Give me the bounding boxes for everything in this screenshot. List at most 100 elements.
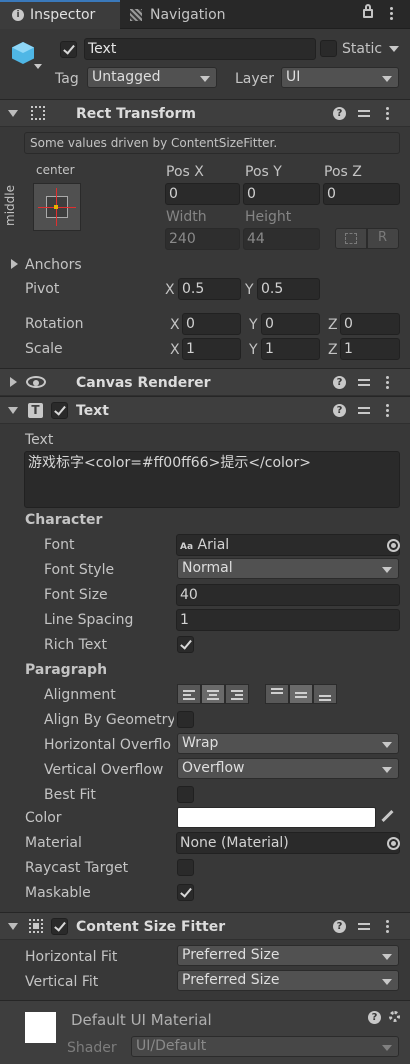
color-swatch[interactable] <box>177 807 376 828</box>
line-spacing-label: Line Spacing <box>44 612 134 628</box>
raw-edit-button[interactable]: R <box>367 228 399 249</box>
component-menu-icon[interactable] <box>386 920 389 933</box>
raw-edit-label: R <box>378 230 388 245</box>
rect-transform-fold[interactable] <box>8 110 18 117</box>
scale-x-field[interactable]: 1 <box>182 338 241 360</box>
pos-z-field[interactable]: 0 <box>323 183 400 205</box>
v-fit-dropdown[interactable]: Preferred Size <box>177 970 399 991</box>
pivot-x-field[interactable]: 0.5 <box>178 278 241 300</box>
maskable-toggle[interactable] <box>177 884 194 901</box>
text-area[interactable]: 游戏标字<color=#ff00ff66>提示</color> <box>24 451 400 508</box>
text-component-title: Text <box>76 403 109 419</box>
tab-inspector[interactable]: i Inspector <box>0 0 120 29</box>
rot-z-field[interactable]: 0 <box>340 313 400 335</box>
lock-icon[interactable] <box>363 9 373 18</box>
canvas-renderer-header[interactable]: Canvas Renderer ? <box>0 368 410 396</box>
material-field[interactable]: None (Material) <box>176 832 400 854</box>
rich-text-toggle[interactable] <box>177 636 194 653</box>
font-style-dropdown[interactable]: Normal <box>177 558 399 579</box>
layer-label: Layer <box>235 71 275 87</box>
settings-sliders-icon[interactable] <box>358 404 370 416</box>
content-size-fitter-toggle[interactable] <box>51 918 68 935</box>
alignment-label: Alignment <box>44 687 116 703</box>
content-size-fitter-fold[interactable] <box>8 923 18 930</box>
h-overflow-dropdown[interactable]: Wrap <box>177 733 399 754</box>
tab-navigation[interactable]: Navigation <box>122 0 242 29</box>
help-icon[interactable]: ? <box>333 107 346 120</box>
font-picker-icon[interactable] <box>387 539 400 552</box>
raycast-toggle[interactable] <box>177 859 194 876</box>
scale-z-field[interactable]: 1 <box>340 338 400 360</box>
rot-x-field[interactable]: 0 <box>182 313 241 335</box>
component-menu-icon[interactable] <box>386 404 389 417</box>
rot-y-axis: Y <box>249 317 258 333</box>
pos-y-field[interactable]: 0 <box>243 183 320 205</box>
gear-icon[interactable] <box>389 1011 400 1022</box>
v-overflow-dropdown[interactable]: Overflow <box>177 758 399 779</box>
anchors-label[interactable]: Anchors <box>25 256 82 274</box>
static-dropdown-arrow[interactable] <box>389 46 399 52</box>
pivot-dot <box>54 205 58 209</box>
scale-y-axis: Y <box>249 342 258 358</box>
material-preview <box>25 1012 56 1043</box>
align-left-button[interactable] <box>177 684 201 704</box>
settings-sliders-icon[interactable] <box>358 376 370 388</box>
text-component-header[interactable]: T Text ? <box>0 396 410 424</box>
content-size-fitter-title: Content Size Fitter <box>76 919 226 935</box>
anchors-fold[interactable] <box>11 259 18 269</box>
font-style-label: Font Style <box>44 562 115 578</box>
icon-dropdown-arrow[interactable] <box>34 64 42 69</box>
anchor-preset-button[interactable] <box>33 183 81 231</box>
line-spacing-field[interactable]: 1 <box>176 609 400 631</box>
align-geometry-toggle[interactable] <box>177 711 194 728</box>
material-picker-icon[interactable] <box>387 837 400 850</box>
font-size-field[interactable]: 40 <box>176 584 400 606</box>
pos-x-field[interactable]: 0 <box>165 183 240 205</box>
scale-y-field[interactable]: 1 <box>261 338 320 360</box>
font-size-label: Font Size <box>44 587 108 603</box>
height-field: 44 <box>243 228 320 250</box>
h-overflow-value: Wrap <box>182 735 219 751</box>
blueprint-mode-button[interactable] <box>335 228 367 249</box>
h-fit-value: Preferred Size <box>182 947 280 963</box>
rect-transform-header[interactable]: Rect Transform ? <box>0 99 410 127</box>
h-fit-dropdown[interactable]: Preferred Size <box>177 945 399 966</box>
height-label: Height <box>245 209 292 225</box>
help-icon[interactable]: ? <box>368 1011 381 1024</box>
align-geometry-label: Align By Geometry <box>44 712 174 728</box>
best-fit-toggle[interactable] <box>177 786 194 803</box>
gameobject-cube-icon[interactable] <box>10 40 36 66</box>
text-component-icon: T <box>28 403 43 418</box>
character-header: Character <box>25 512 103 528</box>
eyedropper-icon[interactable] <box>381 809 394 823</box>
tab-menu-icon[interactable] <box>390 7 393 20</box>
align-bottom-button[interactable] <box>313 684 337 704</box>
object-name-field[interactable]: Text <box>84 38 316 60</box>
rot-y-field[interactable]: 0 <box>261 313 320 335</box>
settings-sliders-icon[interactable] <box>358 107 370 119</box>
active-toggle[interactable] <box>60 41 77 58</box>
align-top-button[interactable] <box>265 684 289 704</box>
tag-dropdown[interactable]: Untagged <box>87 67 217 88</box>
pivot-y-field[interactable]: 0.5 <box>257 278 320 300</box>
font-field[interactable]: Aa Arial <box>176 534 400 556</box>
font-value: Arial <box>197 537 230 553</box>
text-component-fold[interactable] <box>8 407 18 414</box>
align-right-button[interactable] <box>225 684 249 704</box>
help-icon[interactable]: ? <box>333 376 346 389</box>
align-middle-button[interactable] <box>289 684 313 704</box>
help-icon[interactable]: ? <box>333 920 346 933</box>
component-menu-icon[interactable] <box>386 107 389 120</box>
help-icon[interactable]: ? <box>333 404 346 417</box>
anchor-v-label: middle <box>3 185 17 226</box>
tag-label: Tag <box>55 71 79 87</box>
static-toggle[interactable] <box>320 40 337 57</box>
h-overflow-label: Horizontal Overflo <box>44 737 171 753</box>
text-component-toggle[interactable] <box>51 402 68 419</box>
align-center-button[interactable] <box>201 684 225 704</box>
content-size-fitter-header[interactable]: Content Size Fitter ? <box>0 912 410 940</box>
layer-dropdown[interactable]: UI <box>281 67 399 88</box>
canvas-renderer-fold[interactable] <box>10 377 17 387</box>
component-menu-icon[interactable] <box>386 376 389 389</box>
settings-sliders-icon[interactable] <box>358 920 370 932</box>
